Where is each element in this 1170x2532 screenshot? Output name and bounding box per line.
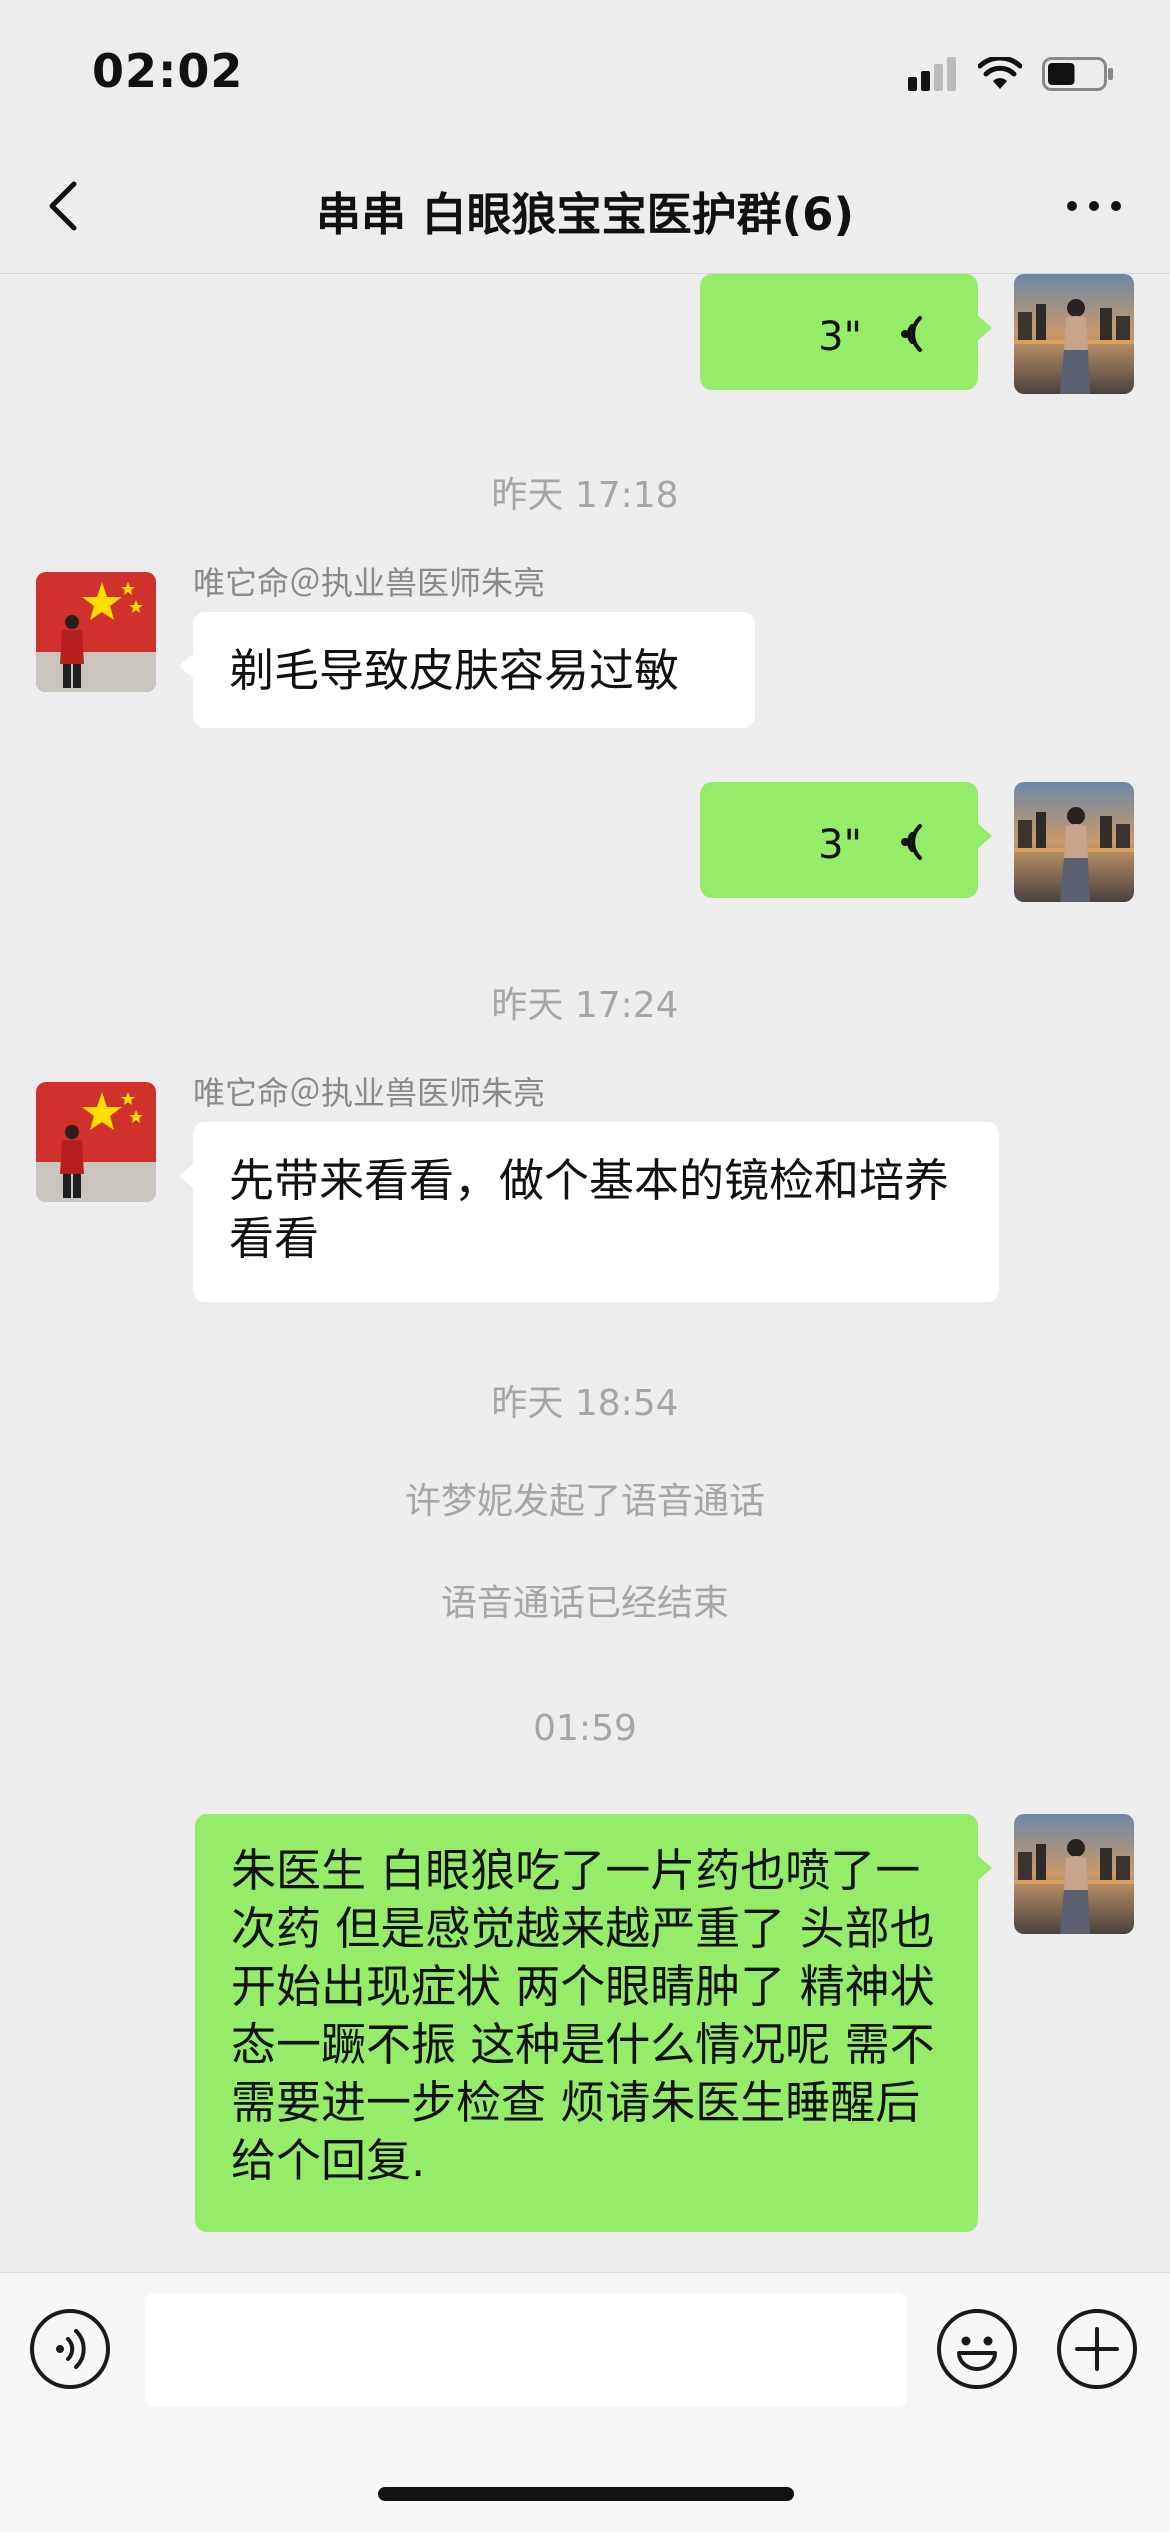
voice-mode-icon xyxy=(56,2329,86,2369)
timestamp: 昨天 17:24 xyxy=(491,985,679,1026)
status-bar: 02:02 xyxy=(0,0,1170,140)
my-avatar[interactable] xyxy=(1014,782,1134,902)
system-message: 语音通话已经结束 xyxy=(440,1583,729,1624)
voice-message-bubble[interactable]: 3" xyxy=(700,782,992,898)
nav-bar: 串串 白眼狼宝宝医护群(6) xyxy=(0,140,1170,274)
voice-playback-icon xyxy=(901,824,922,860)
text-message-bubble[interactable]: 先带来看看，做个基本的镜检和培养看看 xyxy=(179,1122,999,1302)
message-text: 剃毛导致皮肤容易过敏 xyxy=(229,644,680,697)
status-icons xyxy=(908,54,1114,94)
wifi-icon xyxy=(978,57,1022,89)
plus-icon xyxy=(1075,2327,1119,2371)
timestamp: 昨天 17:18 xyxy=(491,475,679,516)
sender-name: 唯它命＠执业兽医师朱亮 xyxy=(193,1074,546,1112)
text-message-bubble[interactable]: 朱医生 白眼狼吃了一片药也喷了一次药 但是感觉越来越严重了 头部也开始出现症状 … xyxy=(195,1814,992,2232)
message-list[interactable]: 3" 昨天 17:18 唯它命＠执业兽医师朱亮 剃毛导致皮肤容易过敏 3" 昨天… xyxy=(0,274,1170,2272)
ellipsis-icon[interactable] xyxy=(1064,194,1124,218)
text-message-bubble[interactable]: 剃毛导致皮肤容易过敏 xyxy=(179,612,755,728)
more-functions-button[interactable] xyxy=(1057,2309,1137,2389)
status-time: 02:02 xyxy=(92,44,244,98)
doctor-avatar[interactable] xyxy=(36,1082,156,1202)
message-text: 朱医生 白眼狼吃了一片药也喷了一次药 但是感觉越来越严重了 头部也开始出现症状 … xyxy=(231,1844,935,2187)
emoji-icon xyxy=(957,2336,997,2371)
battery-icon xyxy=(1042,57,1113,91)
input-bar xyxy=(0,2272,1170,2532)
home-indicator xyxy=(378,2487,794,2501)
wechat-chat-screen: 02:02 串串 白眼狼宝宝医护群(6) 3" 昨天 17:18 唯它命＠执业兽… xyxy=(0,0,1170,2532)
my-avatar[interactable] xyxy=(1014,1814,1134,1934)
voice-duration: 3" xyxy=(818,822,862,868)
voice-mode-button[interactable] xyxy=(30,2309,110,2389)
chat-title: 串串 白眼狼宝宝医护群(6) xyxy=(315,188,855,241)
system-message: 许梦妮发起了语音通话 xyxy=(404,1481,765,1522)
voice-duration: 3" xyxy=(818,314,862,360)
voice-message-bubble[interactable]: 3" xyxy=(700,274,992,390)
doctor-avatar[interactable] xyxy=(36,572,156,692)
timestamp: 01:59 xyxy=(533,1708,637,1749)
cellular-signal-icon xyxy=(908,57,956,91)
message-input[interactable] xyxy=(145,2293,907,2407)
my-avatar[interactable] xyxy=(1014,274,1134,394)
message-text: 先带来看看，做个基本的镜检和培养看看 xyxy=(229,1154,950,1265)
voice-playback-icon xyxy=(901,316,922,352)
emoji-button[interactable] xyxy=(937,2309,1017,2389)
timestamp: 昨天 18:54 xyxy=(491,1383,679,1424)
sender-name: 唯它命＠执业兽医师朱亮 xyxy=(193,564,546,602)
